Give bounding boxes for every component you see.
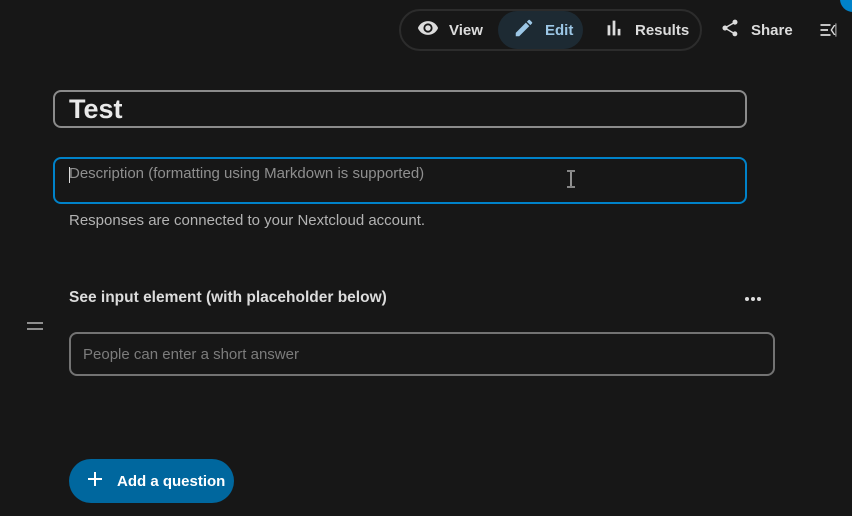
short-answer-input[interactable]: People can enter a short answer [69, 332, 775, 376]
results-mode-button[interactable]: Results [603, 11, 689, 49]
drag-handle-icon[interactable] [27, 322, 43, 332]
sidebar-toggle-button[interactable] [818, 20, 838, 40]
pencil-icon [513, 17, 535, 43]
share-label: Share [751, 21, 793, 39]
form-description-input[interactable]: Description (formatting using Markdown i… [53, 157, 747, 204]
description-placeholder: Description (formatting using Markdown i… [69, 165, 425, 182]
corner-accent [840, 0, 852, 12]
eye-icon [417, 17, 439, 43]
view-mode-label: View [449, 21, 483, 39]
text-cursor-icon [566, 170, 576, 188]
edit-mode-button[interactable]: Edit [498, 11, 583, 49]
mode-switcher: View Edit Results [399, 9, 702, 51]
share-icon [720, 18, 740, 42]
share-button[interactable]: Share [720, 18, 793, 42]
answer-placeholder: People can enter a short answer [83, 345, 299, 363]
plus-icon [87, 471, 103, 491]
account-note: Responses are connected to your Nextclou… [69, 212, 426, 229]
add-question-label: Add a question [117, 472, 226, 490]
form-title-input[interactable]: Test [53, 90, 747, 128]
results-mode-label: Results [635, 21, 690, 39]
text-caret [69, 167, 70, 183]
bar-chart-icon [603, 17, 625, 43]
view-mode-button[interactable]: View [417, 11, 483, 49]
edit-mode-label: Edit [545, 21, 574, 39]
question-title[interactable]: See input element (with placeholder belo… [69, 289, 387, 307]
add-question-button[interactable]: Add a question [69, 459, 234, 503]
more-options-icon [741, 295, 765, 312]
question-menu-button[interactable] [741, 290, 765, 308]
sidebar-toggle-icon [818, 23, 838, 44]
